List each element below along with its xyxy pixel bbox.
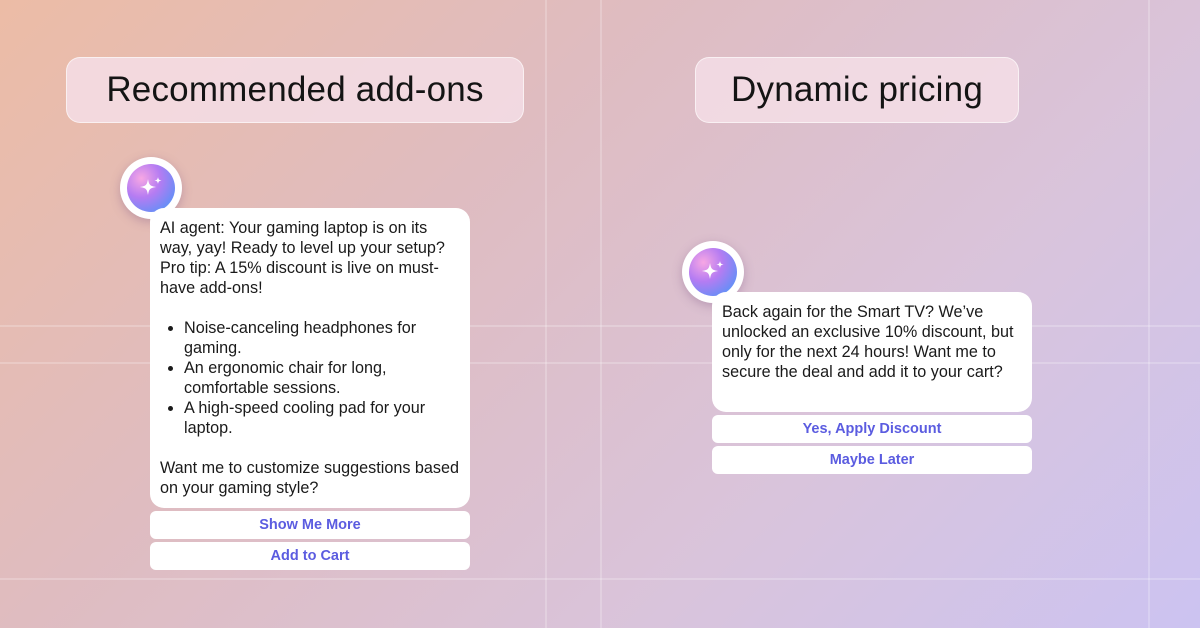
chat-message-pricing: Back again for the Smart TV? We’ve unloc… xyxy=(712,292,1032,412)
add-to-cart-button[interactable]: Add to Cart xyxy=(150,542,470,570)
sparkle-icon xyxy=(702,261,724,279)
background-gridline xyxy=(600,0,602,628)
show-me-more-button[interactable]: Show Me More xyxy=(150,511,470,539)
message-text: Back again for the Smart TV? We’ve unloc… xyxy=(722,303,1014,381)
sparkle-icon xyxy=(140,177,162,195)
list-item: A high-speed cooling pad for your laptop… xyxy=(184,398,460,438)
addon-list: Noise-canceling headphones for gaming. A… xyxy=(160,318,460,438)
heading-dynamic-pricing: Dynamic pricing xyxy=(695,57,1019,123)
apply-discount-button[interactable]: Yes, Apply Discount xyxy=(712,415,1032,443)
maybe-later-button[interactable]: Maybe Later xyxy=(712,446,1032,474)
background-gridline xyxy=(545,0,547,628)
list-item: Noise-canceling headphones for gaming. xyxy=(184,318,460,358)
list-item: An ergonomic chair for long, comfortable… xyxy=(184,358,460,398)
heading-recommended-addons: Recommended add-ons xyxy=(66,57,524,123)
message-outro: Want me to customize suggestions based o… xyxy=(160,459,460,497)
background-gridline xyxy=(1148,0,1150,628)
chat-message-addons: AI agent: Your gaming laptop is on its w… xyxy=(150,208,470,508)
message-intro: AI agent: Your gaming laptop is on its w… xyxy=(160,219,445,297)
